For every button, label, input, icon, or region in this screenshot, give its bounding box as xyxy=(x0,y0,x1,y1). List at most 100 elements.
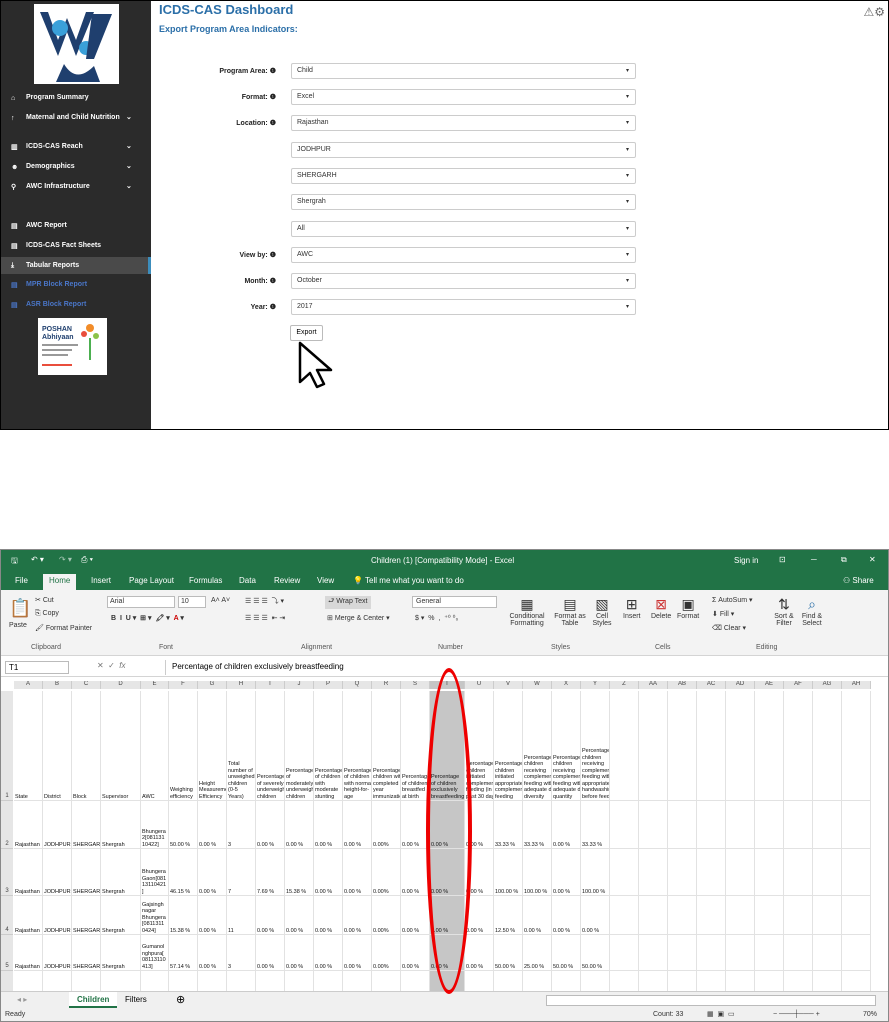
table-cell[interactable] xyxy=(813,849,842,896)
find-select-button[interactable]: ⌕ Find & Select xyxy=(799,596,825,627)
tab-page-layout[interactable]: Page Layout xyxy=(129,576,174,585)
table-cell[interactable]: 33.33 % xyxy=(523,801,552,849)
table-cell[interactable] xyxy=(610,801,639,849)
table-cell[interactable]: SHERGARH xyxy=(72,971,101,991)
table-cell[interactable]: 0.00 % xyxy=(343,849,372,896)
table-cell[interactable] xyxy=(842,801,871,849)
currency-percent-icons[interactable]: $ ▾ % , ⁺⁰ ⁰₀ xyxy=(415,614,458,622)
column-header[interactable]: Z xyxy=(610,681,639,689)
table-cell[interactable]: 0.00 % xyxy=(256,896,285,935)
table-cell[interactable]: 0.00 % xyxy=(552,971,581,991)
sidebar-item-awc-report[interactable]: ▤ AWC Report xyxy=(1,221,151,230)
header-cell[interactable]: AWC xyxy=(141,691,169,801)
column-header[interactable]: F xyxy=(169,681,198,689)
zoom-slider[interactable]: − ───┼─── + xyxy=(773,1011,820,1018)
table-cell[interactable] xyxy=(639,801,668,849)
maximize-icon[interactable]: ⧉ xyxy=(841,555,847,565)
align-left-icon[interactable]: ☰ ☰ ☰ ⇤ ⇥ xyxy=(245,614,285,622)
table-cell[interactable]: Shergrah xyxy=(101,849,141,896)
table-cell[interactable] xyxy=(813,801,842,849)
header-cell[interactable] xyxy=(697,691,726,801)
header-cell[interactable]: Percentage of children breastfed at birt… xyxy=(401,691,430,801)
name-box[interactable]: T1 xyxy=(5,661,69,674)
header-cell[interactable]: Percentage of children receiving complem… xyxy=(552,691,581,801)
table-cell[interactable]: 33.33 % xyxy=(581,801,610,849)
column-header[interactable]: AA xyxy=(639,681,668,689)
table-cell[interactable]: 0.00 % xyxy=(552,801,581,849)
number-format-select[interactable]: General xyxy=(412,596,497,608)
insert-cells-button[interactable]: ⊞ Insert xyxy=(623,596,641,620)
month-select[interactable]: October ▾ xyxy=(291,273,636,289)
table-cell[interactable]: JODHPUR xyxy=(43,801,72,849)
header-cell[interactable]: Percentage of children initiated appropr… xyxy=(494,691,523,801)
header-cell[interactable]: Percentage of children with completed 1 … xyxy=(372,691,401,801)
table-cell[interactable]: 33.33 % xyxy=(494,801,523,849)
add-sheet-icon[interactable]: ⊕ xyxy=(176,993,185,1006)
merge-center-button[interactable]: ⊞ Merge & Center ▾ xyxy=(327,614,390,622)
table-cell[interactable] xyxy=(668,896,697,935)
table-cell[interactable]: 3 xyxy=(227,801,256,849)
table-cell[interactable]: 0.00 % xyxy=(343,801,372,849)
table-cell[interactable]: 0.00% xyxy=(372,896,401,935)
header-cell[interactable]: Total number of unweighed children (0-5 … xyxy=(227,691,256,801)
table-cell[interactable]: 0.00 % xyxy=(465,971,494,991)
table-cell[interactable]: 0.00 % xyxy=(343,935,372,971)
column-header[interactable]: B xyxy=(43,681,72,689)
table-cell[interactable]: 0.00% xyxy=(372,971,401,991)
table-cell[interactable]: 15.38 % xyxy=(169,896,198,935)
header-cell[interactable] xyxy=(726,691,755,801)
autosum-button[interactable]: Σ AutoSum ▾ xyxy=(712,596,753,604)
table-cell[interactable]: 33.33 % xyxy=(581,971,610,991)
column-header[interactable]: AD xyxy=(726,681,755,689)
conditional-formatting-button[interactable]: ▦ Conditional Formatting xyxy=(505,596,549,627)
format-cells-button[interactable]: ▣ Format xyxy=(677,596,699,620)
table-cell[interactable] xyxy=(726,896,755,935)
header-cell[interactable] xyxy=(842,691,871,801)
header-cell[interactable] xyxy=(813,691,842,801)
table-cell[interactable]: Rajasthan xyxy=(14,801,43,849)
block-select[interactable]: SHERGARH ▾ xyxy=(291,168,636,184)
table-cell[interactable] xyxy=(697,896,726,935)
table-cell[interactable]: 0.00 % xyxy=(343,971,372,991)
column-header[interactable]: J xyxy=(285,681,314,689)
state-select[interactable]: Rajasthan ▾ xyxy=(291,115,636,131)
sidebar-item-maternal-child-nutrition[interactable]: ↑ Maternal and Child Nutrition ⌄ xyxy=(1,113,151,122)
table-cell[interactable]: Shergrah xyxy=(101,801,141,849)
table-cell[interactable]: 57.14 % xyxy=(169,935,198,971)
gear-icon[interactable]: ⚙ xyxy=(874,5,885,19)
table-cell[interactable] xyxy=(755,935,784,971)
column-header[interactable]: AE xyxy=(755,681,784,689)
table-cell[interactable]: 46.15 % xyxy=(169,849,198,896)
column-header[interactable]: AC xyxy=(697,681,726,689)
header-cell[interactable]: Percentage of moderately underweight chi… xyxy=(285,691,314,801)
table-cell[interactable]: 0.00 % xyxy=(401,896,430,935)
save-icon[interactable]: 🖫 xyxy=(11,555,18,569)
table-cell[interactable]: 0.00 % xyxy=(285,801,314,849)
table-cell[interactable]: 25.00 % xyxy=(523,935,552,971)
table-cell[interactable]: 100.00 % xyxy=(494,849,523,896)
sidebar-item-asr-block-report[interactable]: ▤ ASR Block Report xyxy=(1,300,151,309)
table-cell[interactable]: 11 xyxy=(227,896,256,935)
column-header[interactable]: U xyxy=(465,681,494,689)
table-cell[interactable]: 50.00 % xyxy=(169,801,198,849)
font-size-select[interactable]: 10 xyxy=(178,596,206,608)
sidebar-item-tabular-reports[interactable]: ⤓ Tabular Reports xyxy=(1,257,151,274)
column-header[interactable]: I xyxy=(256,681,285,689)
table-cell[interactable]: 15.38 % xyxy=(285,849,314,896)
table-cell[interactable]: 100.00 % xyxy=(523,849,552,896)
table-cell[interactable] xyxy=(610,971,639,991)
table-cell[interactable]: 3 xyxy=(227,935,256,971)
sheet-tab-filters[interactable]: Filters xyxy=(125,995,147,1004)
table-cell[interactable] xyxy=(755,849,784,896)
view-mode-icons[interactable]: ▦ ▣ ▭ xyxy=(707,1010,735,1018)
table-cell[interactable]: 0.00% xyxy=(372,849,401,896)
cell-styles-button[interactable]: ▧ Cell Styles xyxy=(589,596,615,627)
table-cell[interactable]: 0.00 % xyxy=(256,935,285,971)
column-header[interactable]: V xyxy=(494,681,523,689)
header-cell[interactable]: Weighing efficiency xyxy=(169,691,198,801)
format-painter-button[interactable]: 🖌 Format Painter xyxy=(35,624,92,632)
table-cell[interactable]: 0.00 % xyxy=(465,935,494,971)
table-cell[interactable] xyxy=(697,801,726,849)
table-cell[interactable]: JODHPUR xyxy=(43,971,72,991)
header-cell[interactable]: District xyxy=(43,691,72,801)
